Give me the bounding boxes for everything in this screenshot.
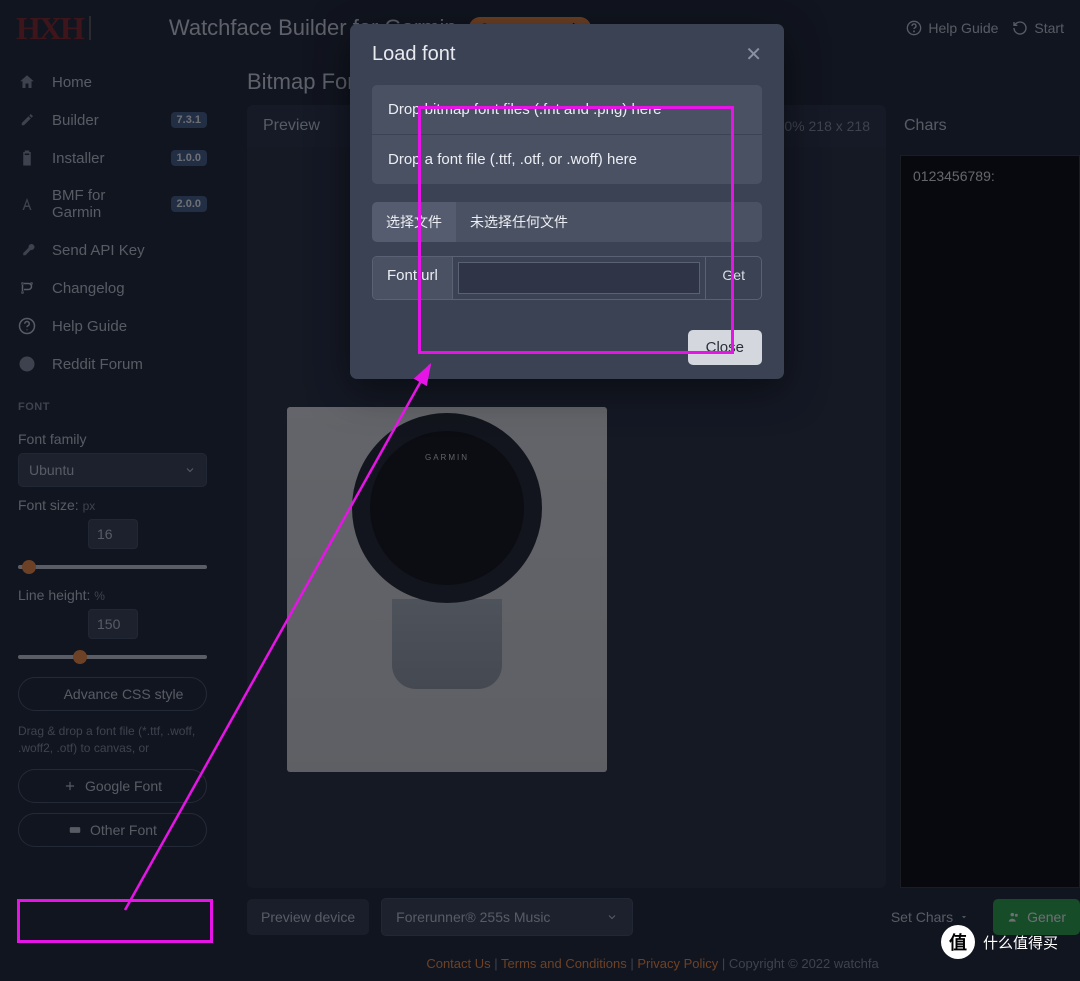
no-file-text: 未选择任何文件: [456, 202, 762, 242]
watermark: 值 什么值得买: [941, 925, 1058, 959]
load-font-modal: Load font ✕ Drop bitmap font files (.fnt…: [350, 24, 784, 379]
drop-zone-fontfile[interactable]: Drop a font file (.ttf, .otf, or .woff) …: [372, 134, 762, 184]
file-chooser[interactable]: 选择文件 未选择任何文件: [372, 202, 762, 242]
close-icon[interactable]: ✕: [745, 42, 762, 67]
font-url-label: Font url: [373, 257, 453, 299]
close-button[interactable]: Close: [688, 330, 762, 365]
choose-file-button[interactable]: 选择文件: [372, 202, 456, 242]
watermark-text: 什么值得买: [983, 932, 1058, 953]
get-button[interactable]: Get: [705, 257, 761, 299]
watermark-icon: 值: [941, 925, 975, 959]
font-url-input[interactable]: [458, 262, 701, 294]
modal-title: Load font: [372, 43, 455, 66]
drop-zone-bitmap[interactable]: Drop bitmap font files (.fnt and .png) h…: [372, 85, 762, 134]
